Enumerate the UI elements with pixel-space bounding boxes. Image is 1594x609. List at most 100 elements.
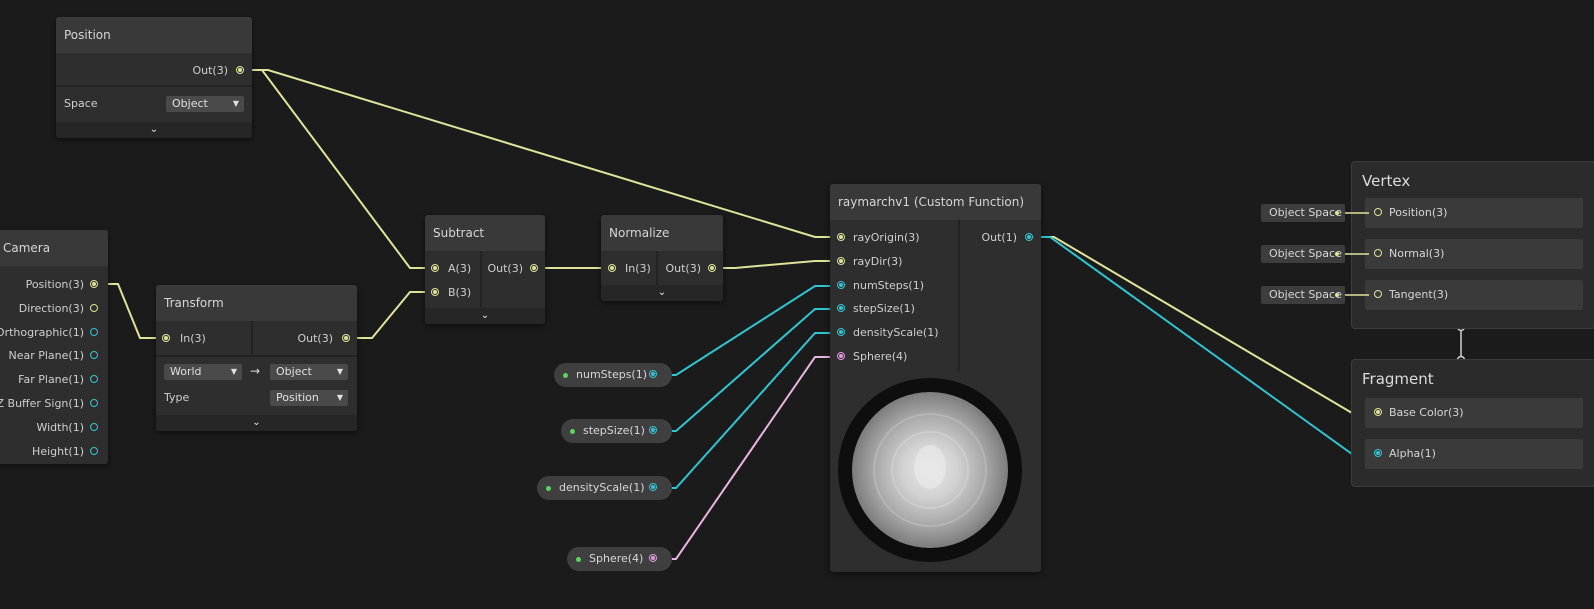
out-port[interactable] — [1025, 233, 1033, 241]
vertex-slot-tangent[interactable]: Tangent(3) — [1365, 280, 1583, 310]
camera-node[interactable]: Camera Position(3) Direction(3) Orthogra… — [0, 230, 108, 464]
wire-densityscale-to-customfn — [652, 332, 838, 489]
port-far-plane[interactable] — [90, 375, 98, 383]
property-numsteps[interactable]: numSteps(1) — [554, 363, 672, 387]
in-port[interactable] — [608, 264, 616, 272]
slot-label: Normal(3) — [1389, 247, 1445, 260]
wire-position-to-subtract-a — [246, 69, 434, 269]
in-port-b[interactable] — [431, 288, 439, 296]
type-label: Type — [164, 391, 190, 404]
slot-label: Base Color(3) — [1389, 406, 1464, 419]
expand-button[interactable]: ⌄ — [56, 122, 252, 138]
preview-image — [832, 373, 1029, 571]
port-direction[interactable] — [90, 304, 98, 312]
wire-out-to-alpha — [1030, 236, 1376, 455]
to-space-dropdown[interactable]: Object ▼ — [270, 364, 348, 380]
property-port[interactable] — [649, 554, 657, 562]
subtract-node[interactable]: Subtract A(3) B(3) Out(3) ⌄ — [425, 215, 545, 324]
space-dropdown[interactable]: Object ▼ — [166, 96, 244, 112]
from-space-dropdown[interactable]: World ▼ — [164, 364, 242, 380]
object-space-position[interactable]: Object Space — [1261, 204, 1345, 222]
fragment-slot-basecolor[interactable]: Base Color(3) — [1365, 398, 1583, 428]
vertex-slot-normal[interactable]: Normal(3) — [1365, 239, 1583, 269]
output-z-buffer-sign: Z Buffer Sign(1) — [0, 397, 84, 410]
from-space-value: World — [170, 365, 202, 378]
wire-transform-to-subtract-b — [347, 291, 434, 339]
slot-port[interactable] — [1374, 249, 1382, 257]
in-port[interactable] — [162, 334, 170, 342]
property-densityscale[interactable]: densityScale(1) — [537, 476, 672, 500]
property-label: densityScale(1) — [559, 481, 645, 494]
property-label: numSteps(1) — [576, 368, 648, 381]
port-position[interactable] — [90, 280, 98, 288]
type-value: Position — [276, 391, 319, 404]
property-port[interactable] — [649, 483, 657, 491]
in-stepsize-label: stepSize(1) — [853, 302, 915, 315]
output-direction: Direction(3) — [18, 302, 84, 315]
slot-label: Tangent(3) — [1389, 288, 1449, 301]
in-port-label: In(3) — [625, 262, 651, 275]
property-stepsize[interactable]: stepSize(1) — [561, 419, 672, 443]
object-space-tangent[interactable]: Object Space — [1261, 286, 1345, 304]
out-port-label: Out(3) — [297, 332, 333, 345]
out-port-label: Out(3) — [487, 262, 523, 275]
normalize-node[interactable]: Normalize In(3) Out(3) ⌄ — [601, 215, 723, 301]
port-orthographic[interactable] — [90, 328, 98, 336]
node-title: Normalize — [601, 215, 723, 251]
fragment-block[interactable]: Fragment Base Color(3) Alpha(1) — [1351, 359, 1594, 487]
property-label: stepSize(1) — [583, 424, 645, 437]
in-raydir-label: rayDir(3) — [853, 255, 903, 268]
slot-port[interactable] — [1374, 208, 1382, 216]
in-port-densityscale[interactable] — [837, 328, 845, 336]
port-width[interactable] — [90, 423, 98, 431]
in-sphere-label: Sphere(4) — [853, 350, 908, 363]
port-height[interactable] — [90, 447, 98, 455]
property-port[interactable] — [649, 426, 657, 434]
transform-node[interactable]: Transform In(3) Out(3) World ▼ → Object ▼ … — [156, 285, 357, 431]
position-node[interactable]: Position Out(3) Space Object ▼ ⌄ — [56, 17, 252, 138]
chevron-down-icon: ▼ — [230, 367, 237, 376]
sphere-preview — [838, 378, 1022, 562]
port-z-buffer-sign[interactable] — [90, 399, 98, 407]
expand-button[interactable]: ⌄ — [425, 308, 545, 324]
output-far-plane: Far Plane(1) — [18, 373, 84, 386]
out-port[interactable] — [342, 334, 350, 342]
port-near-plane[interactable] — [90, 351, 98, 359]
space-dot — [1335, 252, 1339, 256]
in-port-a[interactable] — [431, 264, 439, 272]
space-dropdown-value: Object — [172, 97, 208, 110]
in-densityscale-label: densityScale(1) — [853, 326, 939, 339]
in-port-raydir[interactable] — [837, 257, 845, 265]
out-port-label: Out(3) — [192, 64, 228, 77]
in-port-sphere[interactable] — [837, 352, 845, 360]
space-label: Object Space — [1269, 206, 1342, 219]
slot-port[interactable] — [1374, 408, 1382, 416]
property-label: Sphere(4) — [589, 552, 644, 565]
slot-port[interactable] — [1374, 290, 1382, 298]
property-port[interactable] — [649, 370, 657, 378]
out-port[interactable] — [708, 264, 716, 272]
node-title: Camera — [0, 230, 108, 266]
out-port-label: Out(3) — [665, 262, 701, 275]
output-near-plane: Near Plane(1) — [8, 349, 84, 362]
type-dropdown[interactable]: Position ▼ — [270, 390, 348, 406]
output-width: Width(1) — [36, 421, 84, 434]
fragment-slot-alpha[interactable]: Alpha(1) — [1365, 439, 1583, 469]
in-port-rayorigin[interactable] — [837, 233, 845, 241]
expand-button[interactable]: ⌄ — [601, 285, 723, 301]
slot-port[interactable] — [1374, 449, 1382, 457]
vertex-slot-position[interactable]: Position(3) — [1365, 198, 1583, 228]
expand-button[interactable]: ⌄ — [156, 415, 357, 431]
in-port-stepsize[interactable] — [837, 304, 845, 312]
property-sphere[interactable]: Sphere(4) — [567, 547, 672, 571]
object-space-normal[interactable]: Object Space — [1261, 245, 1345, 263]
out-port[interactable] — [236, 66, 244, 74]
arrow-right-icon: → — [250, 364, 261, 378]
out-port[interactable] — [530, 264, 538, 272]
in-port-numsteps[interactable] — [837, 281, 845, 289]
space-label: Space — [64, 97, 98, 110]
in-rayorigin-label: rayOrigin(3) — [853, 231, 920, 244]
to-space-value: Object — [276, 365, 312, 378]
vertex-block[interactable]: Vertex Position(3) Normal(3) Tangent(3) — [1351, 161, 1594, 329]
node-title: Transform — [156, 285, 357, 321]
